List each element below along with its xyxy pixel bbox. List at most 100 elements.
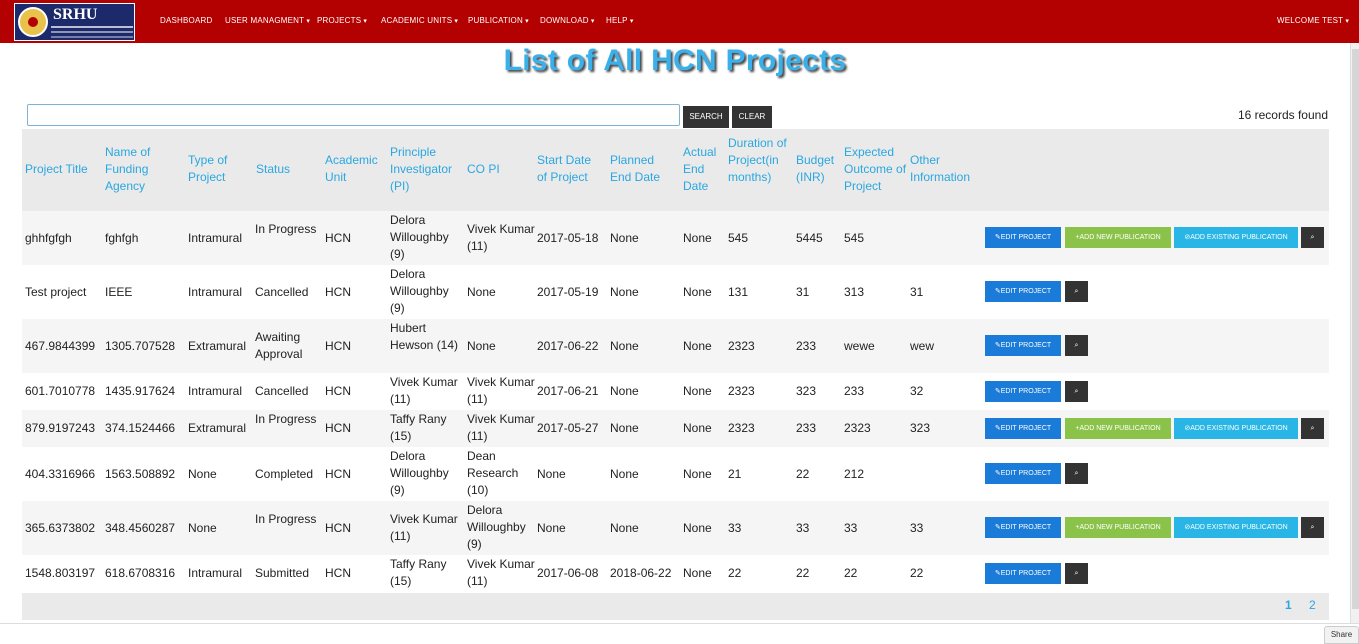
cell-other: wew bbox=[910, 339, 935, 353]
cell-pi: Delora Willoughby (9) bbox=[390, 213, 449, 261]
add-existing-publication-button[interactable]: ⊘ADD EXISTING PUBLICATION bbox=[1174, 517, 1298, 538]
srhu-logo[interactable]: SRHU bbox=[14, 3, 135, 41]
cell-pi: Vivek Kumar (11) bbox=[390, 375, 458, 406]
scrollbar-thumb[interactable] bbox=[1352, 49, 1359, 609]
cell-unit: HCN bbox=[325, 566, 351, 580]
button-label: ADD EXISTING PUBLICATION bbox=[1190, 234, 1288, 241]
cell-type: Intramural bbox=[188, 566, 243, 580]
column-header: Planned End Date bbox=[610, 153, 661, 184]
cell-title: 879.9197243 bbox=[25, 421, 96, 435]
add-existing-publication-button[interactable]: ⊘ADD EXISTING PUBLICATION bbox=[1174, 227, 1298, 248]
cell-type: Intramural bbox=[188, 384, 243, 398]
cell-status: Completed bbox=[255, 467, 314, 481]
cell-unit: HCN bbox=[325, 421, 351, 435]
cell-outcome: 545 bbox=[844, 231, 865, 245]
add-new-publication-button[interactable]: +ADD NEW PUBLICATION bbox=[1065, 227, 1171, 248]
view-project-button[interactable]: ⌕ bbox=[1065, 381, 1088, 402]
cell-copi: Vivek Kumar (11) bbox=[467, 222, 535, 253]
cell-title: 404.3316966 bbox=[25, 467, 96, 481]
add-existing-publication-button[interactable]: ⊘ADD EXISTING PUBLICATION bbox=[1174, 418, 1298, 439]
magnifier-icon: ⌕ bbox=[1310, 234, 1315, 241]
cell-status: Cancelled bbox=[255, 384, 309, 398]
search-input[interactable] bbox=[27, 104, 680, 126]
cell-outcome: 33 bbox=[844, 521, 858, 535]
edit-project-button[interactable]: ✎EDIT PROJECT bbox=[985, 381, 1061, 402]
cell-budget: 22 bbox=[796, 467, 810, 481]
magnifier-icon: ⌕ bbox=[1074, 570, 1079, 577]
button-label: ADD NEW PUBLICATION bbox=[1079, 234, 1161, 241]
table-row: Test project IEEE Intramural Cancelled H… bbox=[22, 265, 1329, 319]
cell-pi: Delora Willoughby (9) bbox=[390, 449, 449, 497]
button-label: EDIT PROJECT bbox=[1000, 388, 1052, 395]
column-header: Other Information bbox=[910, 153, 971, 184]
nav-dashboard[interactable]: DASHBOARD bbox=[160, 16, 212, 25]
page-link-1[interactable]: 1 bbox=[1285, 598, 1292, 612]
button-label: EDIT PROJECT bbox=[1000, 288, 1052, 295]
cell-status: In Progress bbox=[255, 222, 317, 236]
nav-download[interactable]: DOWNLOAD bbox=[540, 16, 595, 25]
view-project-button[interactable]: ⌕ bbox=[1301, 227, 1324, 248]
edit-project-button[interactable]: ✎EDIT PROJECT bbox=[985, 281, 1061, 302]
nav-projects[interactable]: PROJECTS bbox=[317, 16, 367, 25]
page-link-2[interactable]: 2 bbox=[1309, 598, 1316, 612]
cell-status: Submitted bbox=[255, 566, 310, 580]
top-navbar: SRHU DASHBOARD USER MANAGMENT PROJECTS A… bbox=[0, 0, 1359, 43]
edit-project-button[interactable]: ✎EDIT PROJECT bbox=[985, 563, 1061, 584]
cell-other: 32 bbox=[910, 384, 924, 398]
cell-other: 33 bbox=[910, 521, 924, 535]
nav-welcome-user[interactable]: WELCOME TEST bbox=[1277, 16, 1349, 25]
vertical-scrollbar[interactable] bbox=[1350, 43, 1359, 623]
table-row: 1548.803197 618.6708316 Intramural Submi… bbox=[22, 555, 1329, 592]
cell-title: 601.7010778 bbox=[25, 384, 96, 398]
cell-start: 2017-06-21 bbox=[537, 384, 599, 398]
column-header: Type of Project bbox=[188, 153, 228, 184]
table-row: 467.9844399 1305.707528 Extramural Await… bbox=[22, 319, 1329, 373]
view-project-button[interactable]: ⌕ bbox=[1301, 517, 1324, 538]
column-header: Start Date of Project bbox=[537, 153, 592, 184]
view-project-button[interactable]: ⌕ bbox=[1065, 335, 1088, 356]
search-button[interactable]: SEARCH bbox=[683, 106, 729, 128]
column-header: CO PI bbox=[467, 162, 500, 176]
cell-type: None bbox=[188, 467, 217, 481]
column-header: Duration of Project(in months) bbox=[728, 136, 787, 184]
edit-project-button[interactable]: ✎EDIT PROJECT bbox=[985, 418, 1061, 439]
cell-outcome: 2323 bbox=[844, 421, 871, 435]
view-project-button[interactable]: ⌕ bbox=[1065, 281, 1088, 302]
table-header: Project Title Name of Funding Agency Typ… bbox=[22, 129, 1329, 211]
nav-help[interactable]: HELP bbox=[606, 16, 634, 25]
nav-publication[interactable]: PUBLICATION bbox=[468, 16, 529, 25]
cell-actual: None bbox=[683, 566, 712, 580]
magnifier-icon: ⌕ bbox=[1074, 342, 1079, 349]
cell-duration: 22 bbox=[728, 566, 742, 580]
cell-budget: 233 bbox=[796, 339, 817, 353]
cell-duration: 2323 bbox=[728, 384, 755, 398]
clear-button[interactable]: CLEAR bbox=[732, 106, 772, 128]
cell-unit: HCN bbox=[325, 467, 351, 481]
logo-subtitle-line bbox=[51, 36, 133, 38]
add-new-publication-button[interactable]: +ADD NEW PUBLICATION bbox=[1065, 517, 1171, 538]
edit-project-button[interactable]: ✎EDIT PROJECT bbox=[985, 335, 1061, 356]
cell-outcome: 233 bbox=[844, 384, 865, 398]
cell-start: None bbox=[537, 521, 566, 535]
view-project-button[interactable]: ⌕ bbox=[1065, 563, 1088, 584]
cell-planned: 2018-06-22 bbox=[610, 566, 672, 580]
edit-project-button[interactable]: ✎EDIT PROJECT bbox=[985, 517, 1061, 538]
table-row: 879.9197243 374.1524466 Extramural In Pr… bbox=[22, 410, 1329, 447]
share-button[interactable]: Share bbox=[1324, 626, 1359, 644]
cell-copi: Vivek Kumar (11) bbox=[467, 412, 535, 443]
edit-project-button[interactable]: ✎EDIT PROJECT bbox=[985, 463, 1061, 484]
button-label: ADD EXISTING PUBLICATION bbox=[1190, 425, 1288, 432]
cell-start: 2017-05-27 bbox=[537, 421, 599, 435]
nav-academic-units[interactable]: ACADEMIC UNITS bbox=[381, 16, 458, 25]
view-project-button[interactable]: ⌕ bbox=[1065, 463, 1088, 484]
cell-type: Intramural bbox=[188, 231, 243, 245]
button-label: ADD NEW PUBLICATION bbox=[1079, 425, 1161, 432]
add-new-publication-button[interactable]: +ADD NEW PUBLICATION bbox=[1065, 418, 1171, 439]
cell-title: 365.6373802 bbox=[25, 521, 96, 535]
column-header: Budget (INR) bbox=[796, 153, 835, 184]
cell-pi: Taffy Rany (15) bbox=[390, 557, 447, 588]
edit-project-button[interactable]: ✎EDIT PROJECT bbox=[985, 227, 1061, 248]
view-project-button[interactable]: ⌕ bbox=[1301, 418, 1324, 439]
cell-agency: 618.6708316 bbox=[105, 566, 176, 580]
nav-user-management[interactable]: USER MANAGMENT bbox=[225, 16, 310, 25]
